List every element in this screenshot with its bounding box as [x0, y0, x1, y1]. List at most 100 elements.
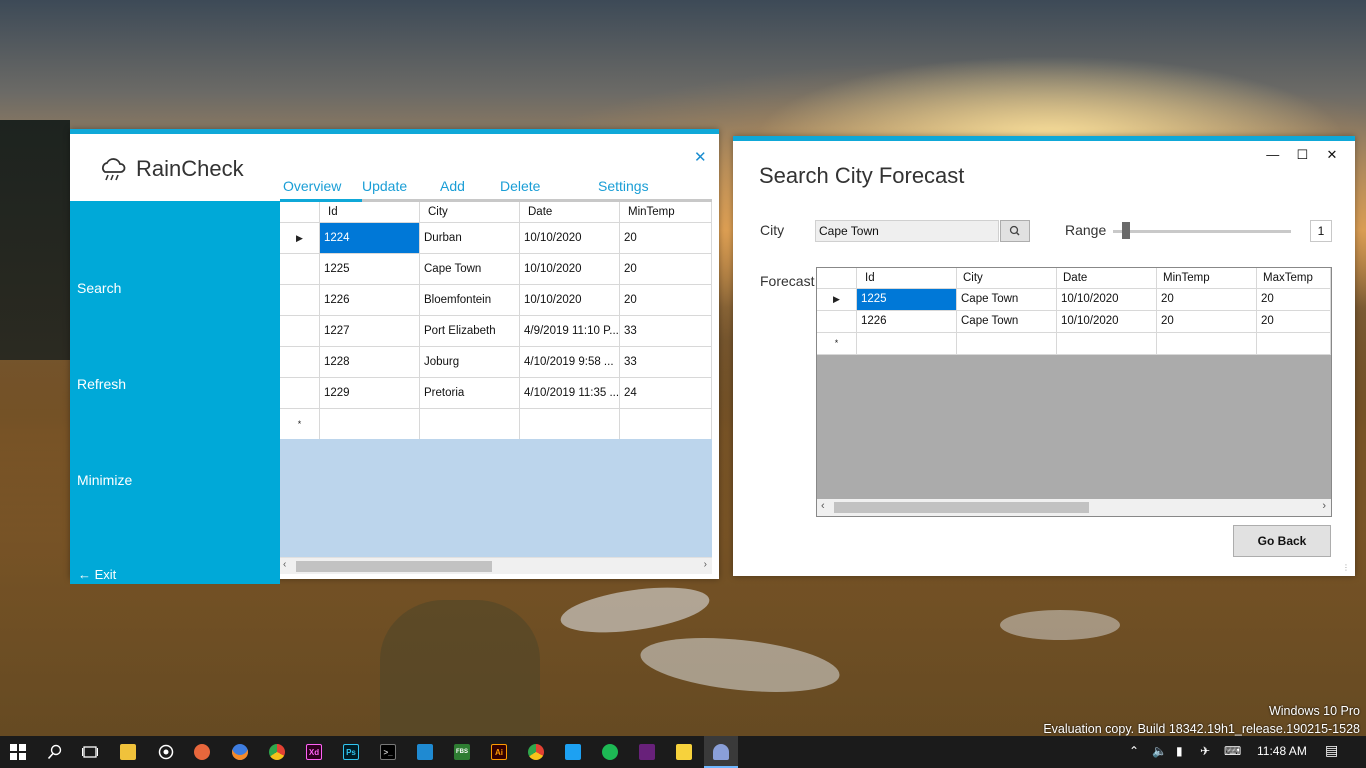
- table-cell[interactable]: 10/10/2020: [1057, 311, 1157, 333]
- table-cell[interactable]: 10/10/2020: [520, 285, 620, 316]
- close-icon[interactable]: ✕: [1319, 147, 1345, 163]
- scrollbar-thumb[interactable]: [834, 502, 1089, 513]
- table-row[interactable]: 1227 Port Elizabeth 4/9/2019 11:10 P... 33: [280, 316, 712, 347]
- maximize-icon[interactable]: ☐: [1289, 147, 1315, 163]
- scroll-right-icon[interactable]: ›: [1322, 500, 1326, 512]
- table-cell[interactable]: 10/10/2020: [520, 223, 620, 254]
- raincheck-app-icon[interactable]: [710, 741, 732, 763]
- table-cell[interactable]: 20: [1157, 311, 1257, 333]
- table-cell[interactable]: 20: [1157, 289, 1257, 311]
- row-header[interactable]: [817, 311, 857, 333]
- table-cell[interactable]: 1224: [320, 223, 420, 254]
- nav-delete[interactable]: Delete: [500, 178, 540, 194]
- row-header[interactable]: [280, 378, 320, 409]
- table-cell[interactable]: [857, 333, 957, 355]
- minimize-icon[interactable]: —: [1260, 147, 1286, 162]
- table-cell[interactable]: Pretoria: [420, 378, 520, 409]
- new-row[interactable]: *: [280, 409, 712, 440]
- table-cell[interactable]: [320, 409, 420, 440]
- scroll-right-icon[interactable]: ›: [704, 559, 707, 570]
- app-icon[interactable]: [191, 741, 213, 763]
- table-row[interactable]: ▶ 1224 Durban 10/10/2020 20: [280, 223, 712, 254]
- table-cell[interactable]: [420, 409, 520, 440]
- row-header[interactable]: [280, 316, 320, 347]
- column-header[interactable]: City: [420, 202, 520, 223]
- table-cell[interactable]: 33: [620, 347, 712, 378]
- column-header[interactable]: Id: [320, 202, 420, 223]
- search-icon[interactable]: [44, 741, 66, 763]
- table-cell[interactable]: Bloemfontein: [420, 285, 520, 316]
- table-row[interactable]: ▶ 1225 Cape Town 10/10/2020 20 20: [817, 289, 1331, 311]
- table-cell[interactable]: [1157, 333, 1257, 355]
- scrollbar-thumb[interactable]: [296, 561, 492, 572]
- terminal-icon[interactable]: >_: [377, 741, 399, 763]
- table-cell[interactable]: 20: [1257, 311, 1331, 333]
- table-cell[interactable]: [957, 333, 1057, 355]
- table-cell[interactable]: Cape Town: [420, 254, 520, 285]
- chrome-icon[interactable]: [266, 741, 288, 763]
- table-cell[interactable]: Durban: [420, 223, 520, 254]
- close-icon[interactable]: ✕: [694, 148, 707, 166]
- search-button[interactable]: [1000, 220, 1030, 242]
- sidebar-item-search[interactable]: Search: [77, 280, 121, 296]
- table-row[interactable]: 1229 Pretoria 4/10/2019 11:35 ... 24: [280, 378, 712, 409]
- nav-settings[interactable]: Settings: [598, 178, 649, 194]
- table-cell[interactable]: Cape Town: [957, 311, 1057, 333]
- nav-add[interactable]: Add: [440, 178, 465, 194]
- firefox-icon[interactable]: [229, 741, 251, 763]
- table-cell[interactable]: 10/10/2020: [520, 254, 620, 285]
- horizontal-scrollbar[interactable]: ‹ ›: [280, 557, 712, 574]
- table-cell[interactable]: 24: [620, 378, 712, 409]
- notifications-icon[interactable]: ▤: [1325, 742, 1338, 759]
- chevron-up-icon[interactable]: ⌃: [1129, 744, 1139, 758]
- nav-update[interactable]: Update: [362, 178, 407, 194]
- column-header[interactable]: City: [957, 268, 1057, 289]
- windows-start-icon[interactable]: [7, 741, 29, 763]
- visual-studio-icon[interactable]: [636, 741, 658, 763]
- city-input[interactable]: [815, 220, 999, 242]
- vscode-icon[interactable]: [414, 741, 436, 763]
- chrome-icon[interactable]: [525, 741, 547, 763]
- table-cell[interactable]: 1226: [320, 285, 420, 316]
- table-cell[interactable]: 10/10/2020: [1057, 289, 1157, 311]
- column-header[interactable]: Id: [857, 268, 957, 289]
- forecast-results-table[interactable]: Id City Date MinTemp MaxTemp ▶ 1225 Cape T…: [816, 267, 1332, 517]
- table-cell[interactable]: 1226: [857, 311, 957, 333]
- adobe-xd-icon[interactable]: Xd: [303, 741, 325, 763]
- table-cell[interactable]: [1057, 333, 1157, 355]
- table-cell[interactable]: 1225: [857, 289, 957, 311]
- table-cell[interactable]: 1225: [320, 254, 420, 285]
- table-row[interactable]: 1226 Cape Town 10/10/2020 20 20: [817, 311, 1331, 333]
- table-cell[interactable]: 4/10/2019 9:58 ...: [520, 347, 620, 378]
- task-view-icon[interactable]: [79, 741, 101, 763]
- column-header[interactable]: MinTemp: [1157, 268, 1257, 289]
- table-cell[interactable]: 20: [620, 254, 712, 285]
- column-header[interactable]: MinTemp: [620, 202, 712, 223]
- media-icon[interactable]: [155, 741, 177, 763]
- spotify-icon[interactable]: [599, 741, 621, 763]
- illustrator-icon[interactable]: Ai: [488, 741, 510, 763]
- range-slider-thumb[interactable]: [1122, 222, 1130, 239]
- range-slider-track[interactable]: [1113, 230, 1291, 233]
- table-cell[interactable]: 1229: [320, 378, 420, 409]
- table-cell[interactable]: Port Elizabeth: [420, 316, 520, 347]
- row-header[interactable]: [280, 347, 320, 378]
- table-cell[interactable]: 20: [620, 285, 712, 316]
- table-cell[interactable]: [620, 409, 712, 440]
- table-cell[interactable]: Joburg: [420, 347, 520, 378]
- scroll-left-icon[interactable]: ‹: [283, 559, 286, 570]
- keyboard-icon[interactable]: ⌨: [1224, 744, 1241, 758]
- sticky-notes-icon[interactable]: [673, 741, 695, 763]
- exit-button[interactable]: ← Exit: [78, 567, 116, 582]
- table-cell[interactable]: [1257, 333, 1331, 355]
- row-header[interactable]: [280, 285, 320, 316]
- row-header[interactable]: ▶: [280, 223, 320, 254]
- table-row[interactable]: 1225 Cape Town 10/10/2020 20: [280, 254, 712, 285]
- table-row[interactable]: 1226 Bloemfontein 10/10/2020 20: [280, 285, 712, 316]
- scroll-left-icon[interactable]: ‹: [821, 500, 825, 512]
- table-cell[interactable]: [520, 409, 620, 440]
- new-row[interactable]: *: [817, 333, 1331, 355]
- fbs-icon[interactable]: FBS: [451, 741, 473, 763]
- table-cell[interactable]: 4/9/2019 11:10 P...: [520, 316, 620, 347]
- sidebar-item-minimize[interactable]: Minimize: [77, 472, 132, 488]
